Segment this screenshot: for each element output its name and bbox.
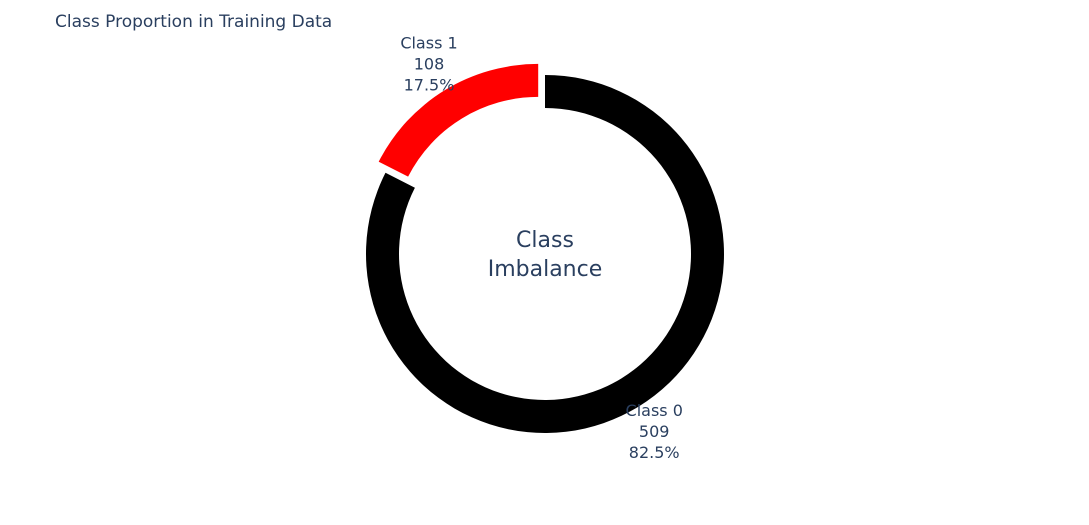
hole-annotation-line-2: Imbalance <box>488 257 603 282</box>
slice-label-class-1: Class 1 108 17.5% <box>400 34 457 95</box>
donut-chart: Class 0 509 82.5% Class 1 108 17.5% Class Imb… <box>365 34 724 462</box>
hole-annotation-line-1: Class <box>516 228 574 253</box>
slice-label-class-0: Class 0 509 82.5% <box>626 401 683 462</box>
